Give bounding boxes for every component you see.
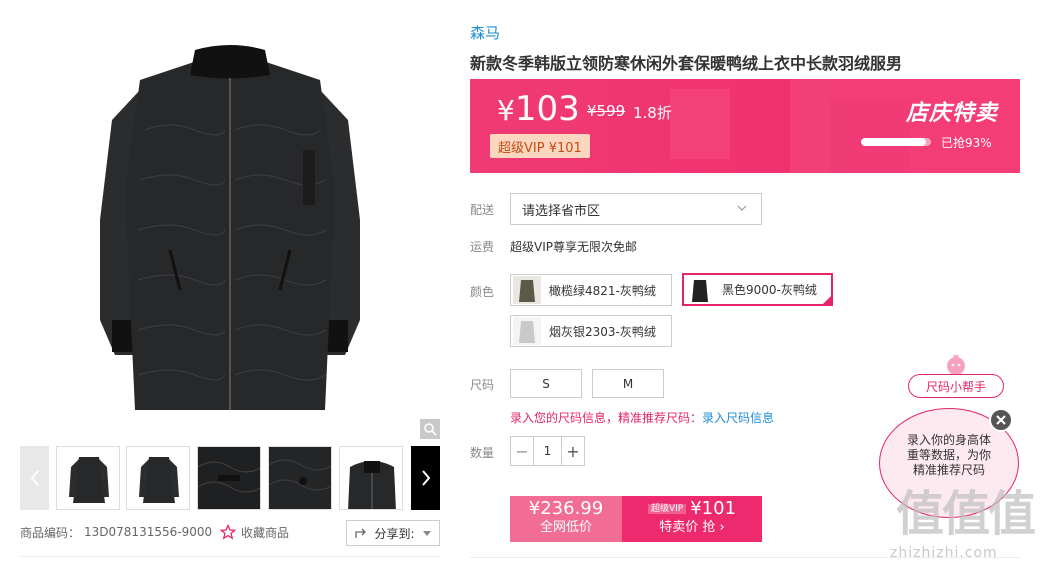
quantity-increase-button[interactable]: +: [562, 437, 584, 465]
black-jacket-swatch: [686, 275, 714, 304]
sold-progress-fill: [861, 138, 927, 146]
close-icon[interactable]: [989, 408, 1013, 432]
favorite-label: 收藏商品: [241, 525, 290, 540]
delivery-label: 配送: [470, 203, 495, 217]
size-option-m[interactable]: M: [592, 369, 664, 398]
star-icon: [220, 524, 236, 540]
color-option-olive[interactable]: 橄榄绿4821-灰鸭绒: [510, 274, 672, 306]
shipping-value: 超级VIP尊享无限次免邮: [510, 240, 637, 254]
flash-sale-buy-button[interactable]: 超级VIP ¥101 特卖价 抢 ›: [622, 496, 762, 542]
bubble-line: 重等数据，为你: [906, 448, 991, 462]
discount-rate: 1.8折: [633, 104, 672, 122]
watermark-text: zhizhizhi.com: [890, 545, 998, 561]
flash-sale-label: 特卖价 抢 ›: [659, 520, 725, 535]
region-select[interactable]: 请选择省市区: [510, 193, 762, 225]
quantity-stepper: − 1 +: [510, 436, 585, 466]
mascot-icon: [947, 354, 965, 375]
grey-jacket-swatch: [513, 317, 541, 345]
quantity-label: 数量: [470, 446, 495, 460]
color-option-black[interactable]: 黑色9000-灰鸭绒: [682, 273, 833, 306]
share-icon: [355, 528, 367, 538]
vip-price-tag: 超级VIP ¥101: [490, 134, 590, 158]
divider: [20, 556, 440, 557]
main-product-image[interactable]: [20, 20, 440, 440]
share-button[interactable]: 分享到:: [346, 520, 440, 546]
price-banner: ¥103 ¥599 1.8折 超级VIP ¥101 店庆特卖 已抢93%: [470, 79, 1020, 173]
bubble-line: 录入你的身高体: [906, 433, 991, 447]
lowest-price-value: ¥236.99: [528, 498, 604, 519]
color-option-label: 黑色9000-灰鸭绒: [722, 283, 817, 297]
original-price: ¥599: [587, 102, 626, 120]
color-option-grey[interactable]: 烟灰银2303-灰鸭绒: [510, 315, 672, 347]
product-title: 新款冬季韩版立领防寒休闲外套保暖鸭绒上衣中长款羽绒服男: [470, 54, 903, 73]
selected-check-icon: [821, 294, 833, 306]
region-select-value: 请选择省市区: [522, 203, 601, 219]
thumbnail-2[interactable]: [126, 446, 190, 510]
color-label: 颜色: [470, 285, 495, 299]
favorite-button[interactable]: 收藏商品: [220, 518, 289, 546]
sku-label: 商品编码：: [20, 525, 81, 540]
brand-link[interactable]: 森马: [470, 22, 500, 43]
product-meta-row: 商品编码： 13D078131556-9000 收藏商品 分享到:: [20, 518, 440, 546]
sku-value: 13D078131556-9000: [84, 525, 213, 539]
thumbnail-1[interactable]: [56, 446, 120, 510]
thumbnail-4[interactable]: [268, 446, 332, 510]
flash-sale-price: 超级VIP ¥101: [622, 499, 762, 519]
color-option-label: 烟灰银2303-灰鸭绒: [549, 324, 656, 339]
caret-down-icon: [422, 530, 431, 536]
quantity-decrease-button[interactable]: −: [511, 437, 533, 465]
watermark-logo: 值值值: [896, 486, 1036, 542]
thumbnail-strip: [20, 446, 440, 510]
size-hint-text: 录入您的尺码信息，精准推荐尺码：: [510, 411, 703, 425]
sold-progress-bar: [861, 138, 931, 146]
thumbnail-3[interactable]: [197, 446, 261, 510]
olive-jacket-swatch: [513, 276, 541, 304]
size-label: 尺码: [470, 378, 495, 392]
thumbnail-next-button[interactable]: [411, 446, 440, 510]
jacket-image: [20, 20, 440, 440]
chevron-left-icon: [30, 470, 39, 486]
bubble-line: 精准推荐尺码: [912, 463, 985, 477]
chevron-down-icon: [737, 205, 747, 211]
thumbnail-5[interactable]: [339, 446, 403, 510]
size-helper-tag[interactable]: 尺码小帮手: [908, 374, 1004, 398]
lowest-price-button[interactable]: ¥236.99 全网低价: [510, 496, 622, 542]
share-label: 分享到:: [374, 526, 415, 541]
promo-title: 店庆特卖: [906, 101, 999, 126]
color-option-label: 橄榄绿4821-灰鸭绒: [549, 283, 656, 298]
quantity-input[interactable]: 1: [533, 437, 562, 465]
size-hint-link[interactable]: 录入尺码信息: [702, 411, 774, 425]
shipping-label: 运费: [470, 240, 495, 254]
chevron-right-icon: [421, 470, 430, 486]
size-option-s[interactable]: S: [510, 369, 582, 398]
thumbnail-prev-button[interactable]: [20, 446, 49, 510]
product-page: 商品编码： 13D078131556-9000 收藏商品 分享到: 森马 新款冬…: [0, 0, 1042, 573]
lowest-price-label: 全网低价: [539, 520, 592, 535]
zoom-icon[interactable]: [420, 419, 440, 439]
sold-progress-text: 已抢93%: [941, 136, 992, 150]
current-price: ¥103: [497, 89, 580, 129]
size-hint: 录入您的尺码信息，精准推荐尺码：录入尺码信息: [510, 409, 774, 426]
